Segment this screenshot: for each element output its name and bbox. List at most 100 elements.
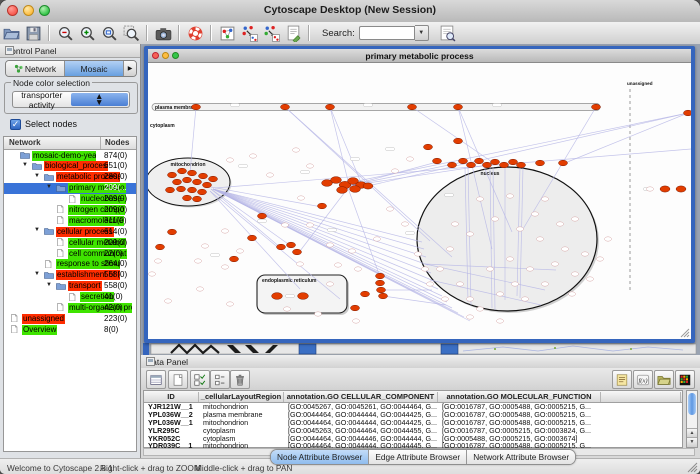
graph-node-unexpressed[interactable] bbox=[467, 297, 474, 301]
zoom-in-button[interactable] bbox=[77, 23, 97, 43]
network-canvas[interactable]: plasma membranecytoplasmmitochondrionnuc… bbox=[148, 63, 691, 339]
graph-node-unexpressed[interactable] bbox=[407, 157, 414, 161]
graph-edge[interactable] bbox=[348, 188, 380, 277]
graph-node-unexpressed[interactable] bbox=[507, 194, 514, 198]
graph-node[interactable] bbox=[298, 293, 309, 300]
annotation-button[interactable] bbox=[283, 23, 303, 43]
graph-node[interactable] bbox=[676, 186, 686, 192]
graph-edge[interactable] bbox=[300, 188, 348, 251]
graph-node-unexpressed[interactable] bbox=[222, 229, 229, 233]
graph-node-unexpressed[interactable] bbox=[422, 267, 429, 271]
graph-edge[interactable] bbox=[348, 162, 463, 186]
tree-expander-icon[interactable]: ▼ bbox=[34, 227, 40, 233]
help-button[interactable] bbox=[185, 23, 205, 43]
dropdown-stepper-icon[interactable]: ▲▼ bbox=[71, 93, 129, 106]
graph-node[interactable] bbox=[277, 244, 286, 250]
tree-item-mosaic-demo-yeast[interactable]: mosaic-demo-yeast874(0) bbox=[4, 150, 136, 161]
tree-item-nitrogen-compo[interactable]: nitrogen compo209(0) bbox=[4, 204, 136, 215]
graph-edge[interactable] bbox=[213, 189, 431, 273]
graph-node-unexpressed[interactable] bbox=[467, 315, 474, 319]
graph-node-unexpressed[interactable] bbox=[447, 247, 454, 251]
tree-item-nucleobase-[interactable]: nucleobase-209(0) bbox=[4, 194, 136, 205]
table-row[interactable]: YPL036W__1mitochondrion[GO:0044464, GO:0… bbox=[144, 419, 682, 427]
graph-node-unexpressed[interactable] bbox=[437, 267, 444, 271]
graph-node-unexpressed[interactable] bbox=[477, 307, 484, 311]
graph-node[interactable] bbox=[459, 158, 468, 164]
graph-node-unexpressed[interactable] bbox=[335, 263, 342, 267]
table-cell[interactable]: mitochondrion bbox=[199, 419, 284, 427]
graph-node-unexpressed[interactable] bbox=[298, 196, 305, 200]
column-header-empty[interactable] bbox=[601, 392, 681, 402]
graph-node[interactable] bbox=[361, 291, 370, 297]
graph-node[interactable] bbox=[351, 305, 360, 311]
graph-node[interactable] bbox=[188, 170, 197, 176]
network-view-window[interactable]: primary metabolic process plasma membran… bbox=[144, 46, 695, 343]
table-cell[interactable]: [GO:0016787, GO:0005215, GO:0003824, G..… bbox=[438, 427, 601, 435]
tree-item-multi-organism-pro[interactable]: multi-organism pro42(0) bbox=[4, 302, 136, 313]
table-cell[interactable]: YPL036W__1 bbox=[144, 419, 199, 427]
tree-item-macromolecule[interactable]: macromolecule311(0) bbox=[4, 215, 136, 226]
graph-node-unexpressed[interactable] bbox=[452, 222, 459, 226]
graph-node-unexpressed[interactable] bbox=[572, 217, 579, 221]
attribute-list-button[interactable] bbox=[210, 370, 230, 389]
graph-node-unexpressed[interactable] bbox=[582, 252, 589, 256]
graph-node-unexpressed[interactable] bbox=[537, 237, 544, 241]
graph-node[interactable] bbox=[272, 293, 283, 300]
graph-node[interactable] bbox=[203, 182, 212, 188]
layout-settings-button[interactable] bbox=[261, 23, 281, 43]
graph-node-unexpressed[interactable] bbox=[587, 277, 594, 281]
float-panel-icon[interactable] bbox=[146, 357, 155, 366]
graph-node-unexpressed[interactable] bbox=[492, 217, 499, 221]
table-cell[interactable]: mitochondrion bbox=[199, 403, 284, 411]
graph-node[interactable] bbox=[248, 235, 257, 241]
network-tree-header[interactable]: Network Nodes bbox=[4, 137, 136, 150]
table-row[interactable]: YKR052Ccytoplasm[GO:0044464, GO:0044446,… bbox=[144, 435, 682, 443]
graph-node-unexpressed[interactable] bbox=[527, 267, 534, 271]
graph-node[interactable] bbox=[454, 138, 463, 144]
tab-network[interactable]: Network bbox=[6, 61, 65, 76]
search-dropdown-arrow-icon[interactable]: ▼ bbox=[415, 25, 429, 41]
graph-node[interactable] bbox=[448, 162, 457, 168]
graph-node-unexpressed[interactable] bbox=[250, 154, 257, 158]
table-cell[interactable]: cytoplasm bbox=[199, 427, 284, 435]
window-resize-grip[interactable] bbox=[687, 462, 698, 473]
graph-node[interactable] bbox=[293, 249, 302, 255]
graph-node-unexpressed[interactable] bbox=[402, 222, 409, 226]
table-row[interactable]: YJR121W__1mitochondrion[GO:0045267, GO:0… bbox=[144, 403, 682, 411]
graph-node[interactable] bbox=[193, 196, 202, 202]
graph-node[interactable] bbox=[166, 187, 175, 193]
graph-node[interactable] bbox=[475, 158, 484, 164]
graph-node[interactable] bbox=[331, 177, 342, 184]
graph-node-unexpressed[interactable] bbox=[374, 237, 381, 241]
graph-node-unexpressed[interactable] bbox=[487, 267, 494, 271]
table-cell[interactable]: [GO:0016787, GO:0005488, GO:0005215, G..… bbox=[438, 403, 601, 411]
graph-edge[interactable] bbox=[213, 189, 428, 265]
graph-node-unexpressed[interactable] bbox=[222, 265, 229, 269]
graph-node[interactable] bbox=[491, 159, 500, 165]
graph-edge[interactable] bbox=[213, 189, 422, 242]
node-color-dropdown[interactable]: transporter activity ▲▼ bbox=[12, 91, 130, 108]
graph-node-unexpressed[interactable] bbox=[237, 249, 244, 253]
destroy-network-button[interactable] bbox=[438, 23, 458, 43]
table-cell[interactable]: [GO:0045267, GO:0045261, GO:0044464, G..… bbox=[284, 403, 438, 411]
graph-node-unexpressed[interactable] bbox=[353, 319, 360, 323]
graph-node[interactable] bbox=[168, 229, 177, 235]
table-vertical-scrollbar[interactable]: ▲ ▼ bbox=[686, 390, 698, 448]
graph-node-unexpressed[interactable] bbox=[562, 247, 569, 251]
graph-node-unexpressed[interactable] bbox=[307, 223, 314, 227]
graph-node[interactable] bbox=[177, 186, 186, 192]
graph-node-unexpressed[interactable] bbox=[552, 262, 559, 266]
search-input[interactable] bbox=[359, 26, 415, 40]
graph-node-unexpressed[interactable] bbox=[355, 267, 362, 271]
graph-node[interactable] bbox=[592, 104, 601, 110]
graph-node-unexpressed[interactable] bbox=[315, 312, 322, 316]
graph-node[interactable] bbox=[168, 172, 177, 178]
graph-node[interactable] bbox=[454, 104, 463, 110]
graph-node-unexpressed[interactable] bbox=[517, 227, 524, 231]
open-folder-button[interactable] bbox=[1, 23, 21, 43]
tab-edge-attribute-browser[interactable]: Edge Attribute Browser bbox=[369, 450, 467, 464]
import-folder-button[interactable] bbox=[654, 370, 674, 389]
graph-node[interactable] bbox=[536, 160, 545, 166]
tree-item-biological-process[interactable]: ▼biological_process651(0) bbox=[4, 161, 136, 172]
graph-node-unexpressed[interactable] bbox=[542, 197, 549, 201]
